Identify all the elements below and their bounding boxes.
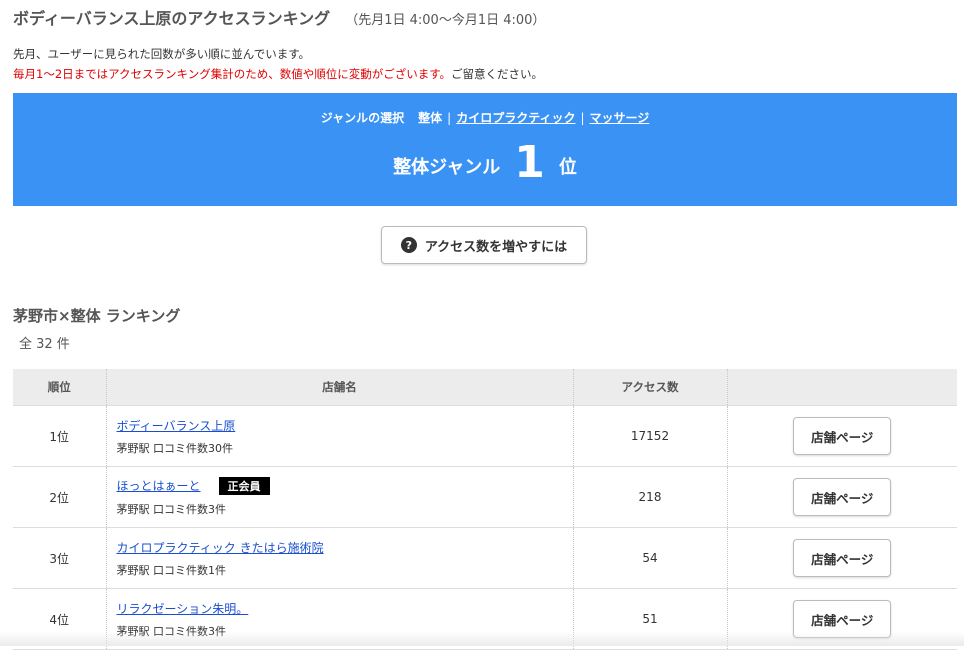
shop-info: 茅野駅 口コミ件数30件: [116, 441, 234, 455]
shop-cell: ボディーバランス上原 茅野駅 口コミ件数30件: [106, 405, 574, 467]
ranking-period: （先月1日 4:00〜今月1日 4:00）: [345, 13, 546, 28]
shop-link[interactable]: ほっとはぁーと: [117, 479, 201, 493]
genre-selector: ジャンルの選択 整体 | カイロプラクティック | マッサージ: [13, 109, 957, 126]
increase-access-label: アクセス数を増やすには: [424, 239, 568, 255]
rank-cell: 1位: [13, 405, 107, 467]
genre-rank: 整体ジャンル 1 位: [13, 137, 957, 188]
intro-line: 先月、ユーザーに見られた回数が多い順に並んでいます。: [13, 47, 311, 61]
intro-text: 先月、ユーザーに見られた回数が多い順に並んでいます。 毎月1〜2日まではアクセス…: [13, 44, 543, 84]
genre-separator: |: [447, 111, 452, 125]
page-header: ボディーバランス上原のアクセスランキング （先月1日 4:00〜今月1日 4:0…: [13, 5, 545, 29]
note-text: ご留意ください。: [451, 67, 544, 81]
column-header-shop: 店舗名: [106, 369, 574, 406]
table-header-row: 順位 店舗名 アクセス数: [13, 369, 957, 406]
question-circle-icon: ?: [400, 237, 417, 253]
genre-link-massage[interactable]: マッサージ: [590, 111, 650, 125]
action-cell: 店舗ページ: [727, 466, 957, 528]
ranking-title: 茅野市×整体 ランキング: [13, 307, 181, 325]
genre-link-chiropractic[interactable]: カイロプラクティック: [456, 111, 575, 125]
rank-cell: 3位: [13, 527, 107, 589]
shop-link[interactable]: カイロプラクティック きたはら施術院: [117, 541, 324, 555]
ranking-total: 全 32 件: [19, 337, 70, 352]
column-header-access: アクセス数: [573, 369, 728, 406]
shop-info: 茅野駅 口コミ件数3件: [116, 503, 227, 517]
rank-genre: 整体ジャンル: [393, 157, 501, 178]
shop-cell: ほっとはぁーと 正会員 茅野駅 口コミ件数3件: [106, 466, 574, 528]
action-cell: 店舗ページ: [727, 405, 957, 467]
store-page-button[interactable]: 店舗ページ: [793, 417, 892, 455]
action-cell: 店舗ページ: [727, 527, 957, 589]
access-count: 17152: [573, 405, 728, 467]
page-title: ボディーバランス上原のアクセスランキング: [13, 9, 331, 28]
column-header-rank: 順位: [13, 369, 107, 406]
bottom-fade: [0, 632, 964, 646]
store-page-button[interactable]: 店舗ページ: [793, 478, 892, 516]
genre-separator: |: [580, 111, 585, 125]
intro-warning-line: 毎月1〜2日まではアクセスランキング集計のため、数値や順位に変動がございます。ご…: [13, 64, 543, 84]
rank-number: 1: [514, 137, 545, 188]
ranking-table: 順位 店舗名 アクセス数 1位 ボディーバランス上原 茅野駅 口コミ件数30件 …: [13, 369, 957, 650]
shop-cell: カイロプラクティック きたはら施術院 茅野駅 口コミ件数1件: [106, 527, 574, 589]
genre-rank-banner: ジャンルの選択 整体 | カイロプラクティック | マッサージ 整体ジャンル 1 位: [13, 93, 957, 206]
store-page-button[interactable]: 店舗ページ: [793, 539, 892, 577]
access-count: 218: [573, 466, 728, 528]
table-row: 2位 ほっとはぁーと 正会員 茅野駅 口コミ件数3件 218 店舗ページ: [13, 466, 957, 528]
shop-link[interactable]: ボディーバランス上原: [117, 419, 236, 433]
shop-link[interactable]: リラクゼーション朱明。: [117, 602, 249, 616]
rank-cell: 2位: [13, 466, 107, 528]
rank-unit: 位: [558, 157, 577, 178]
access-count: 54: [573, 527, 728, 589]
shop-info: 茅野駅 口コミ件数1件: [116, 563, 227, 577]
warning-text: 毎月1〜2日まではアクセスランキング集計のため、数値や順位に変動がございます。: [13, 67, 452, 81]
column-header-action: [727, 369, 957, 406]
increase-access-button[interactable]: ? アクセス数を増やすには: [381, 226, 587, 264]
table-row: 1位 ボディーバランス上原 茅野駅 口コミ件数30件 17152 店舗ページ: [13, 405, 957, 467]
genre-current: 整体: [418, 111, 443, 125]
table-row: 3位 カイロプラクティック きたはら施術院 茅野駅 口コミ件数1件 54 店舗ペ…: [13, 527, 957, 589]
genre-label: ジャンルの選択: [320, 111, 405, 125]
member-badge: 正会員: [218, 477, 270, 496]
